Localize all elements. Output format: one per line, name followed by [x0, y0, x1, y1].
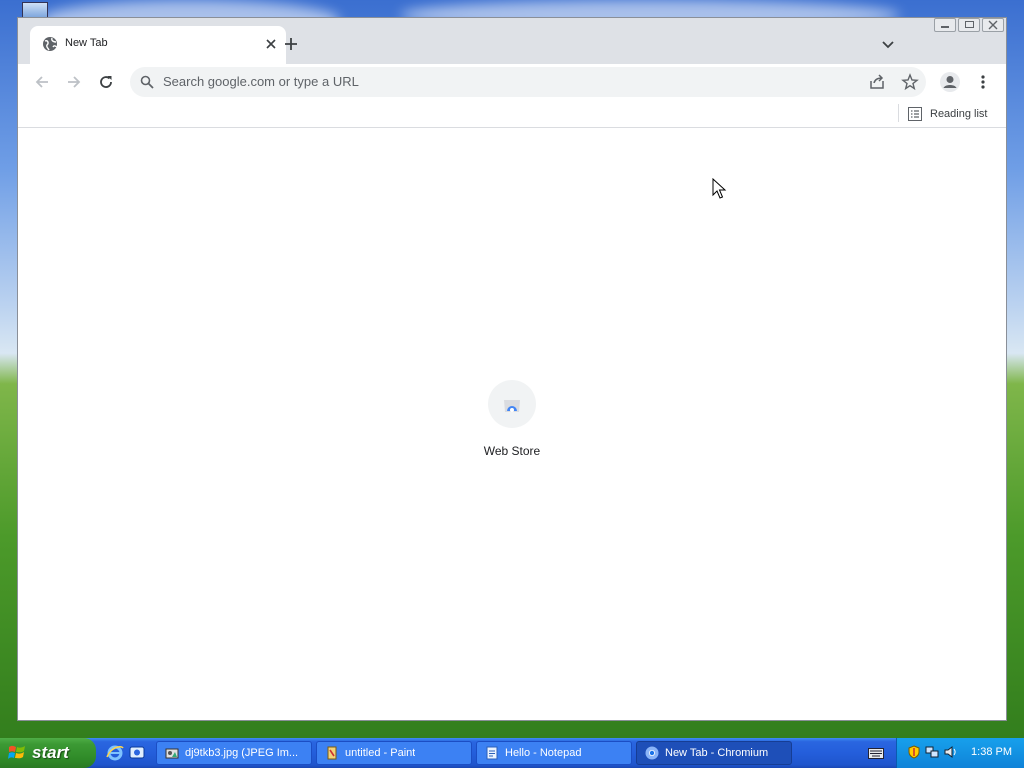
- more-menu-button[interactable]: [971, 70, 995, 94]
- restore-button[interactable]: [958, 18, 980, 32]
- mouse-cursor-icon: [712, 178, 727, 199]
- chromium-icon: [645, 746, 659, 760]
- back-arrow-icon: [35, 76, 48, 88]
- browser-window: New Tab Search google.com or type a URL …: [17, 17, 1007, 721]
- more-vert-icon: [981, 75, 985, 89]
- shield-icon[interactable]: [907, 745, 921, 759]
- plus-icon[interactable]: [280, 33, 302, 55]
- profile-button[interactable]: [938, 70, 962, 94]
- reading-list-label: Reading list: [930, 108, 988, 120]
- chevron-down-icon[interactable]: [878, 34, 898, 54]
- start-label: start: [32, 743, 69, 762]
- close-icon[interactable]: [262, 35, 280, 53]
- reload-button[interactable]: [94, 70, 118, 94]
- reading-list-icon: [908, 107, 922, 121]
- new-tab-page: Web Store: [18, 128, 1006, 720]
- globe-icon: [43, 37, 57, 51]
- taskbar: start dj9tkb3.jpg (JPEG Im... untitled -…: [0, 738, 1024, 768]
- share-icon[interactable]: [868, 73, 886, 91]
- internet-explorer-icon[interactable]: [106, 744, 124, 762]
- bookmarks-separator: [898, 104, 899, 122]
- back-button[interactable]: [30, 70, 54, 94]
- task-label: untitled - Paint: [345, 747, 416, 759]
- star-icon[interactable]: [901, 73, 919, 91]
- forward-button[interactable]: [62, 70, 86, 94]
- tab-title: New Tab: [65, 37, 108, 49]
- taskbar-item-paint[interactable]: untitled - Paint: [316, 741, 472, 765]
- close-icon: [988, 20, 998, 30]
- taskbar-item-chromium[interactable]: New Tab - Chromium: [636, 741, 792, 765]
- minimize-icon: [941, 26, 949, 28]
- shortcut-label: Web Store: [483, 444, 541, 458]
- shortcut-tile: [488, 380, 536, 428]
- forward-arrow-icon: [68, 76, 81, 88]
- restore-icon: [965, 21, 974, 28]
- bookmarks-bar: Reading list: [18, 100, 1006, 128]
- browser-toolbar: Search google.com or type a URL: [18, 64, 1006, 100]
- network-icon[interactable]: [925, 745, 939, 759]
- speaker-icon[interactable]: [943, 745, 957, 759]
- start-button[interactable]: start: [0, 738, 96, 768]
- paint-icon: [327, 746, 337, 760]
- taskbar-item-image-viewer[interactable]: dj9tkb3.jpg (JPEG Im...: [156, 741, 312, 765]
- tab-strip: New Tab: [18, 18, 1006, 64]
- window-caption-buttons: [934, 18, 1004, 34]
- keyboard-icon[interactable]: [868, 746, 884, 760]
- task-label: New Tab - Chromium: [665, 747, 769, 759]
- reload-icon: [100, 76, 112, 88]
- reading-list-button[interactable]: Reading list: [908, 104, 987, 124]
- omnibox-placeholder: Search google.com or type a URL: [163, 74, 359, 89]
- web-store-icon: [504, 400, 520, 412]
- task-label: dj9tkb3.jpg (JPEG Im...: [185, 747, 299, 759]
- windows-logo-icon: [8, 745, 25, 759]
- image-viewer-icon: [165, 748, 179, 759]
- task-label: Hello - Notepad: [505, 747, 582, 759]
- shortcut-web-store[interactable]: Web Store: [473, 380, 551, 464]
- tab-new-tab[interactable]: New Tab: [30, 26, 286, 64]
- search-icon: [140, 75, 154, 89]
- clock: 1:38 PM: [971, 746, 1012, 758]
- system-tray: 1:38 PM: [896, 738, 1024, 768]
- taskbar-item-notepad[interactable]: Hello - Notepad: [476, 741, 632, 765]
- close-window-button[interactable]: [982, 18, 1004, 32]
- minimize-button[interactable]: [934, 18, 956, 32]
- notepad-icon: [486, 746, 498, 760]
- desktop-icon[interactable]: [22, 2, 48, 18]
- omnibox[interactable]: Search google.com or type a URL: [130, 67, 926, 97]
- profile-icon: [940, 72, 960, 92]
- show-desktop-icon[interactable]: [128, 744, 146, 762]
